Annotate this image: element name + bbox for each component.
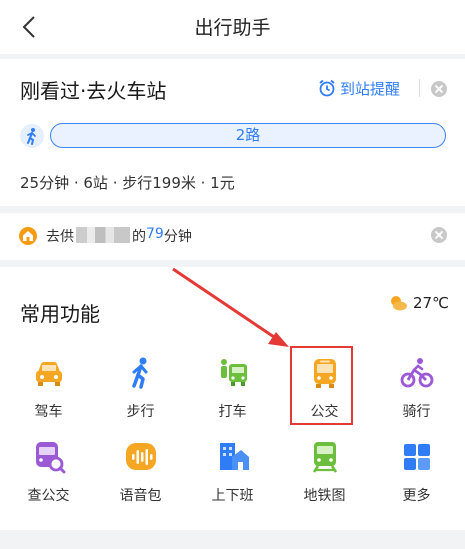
- feature-label: 驾车: [34, 404, 63, 420]
- feature-label: 步行: [126, 404, 155, 420]
- feature-bike[interactable]: 骑行: [370, 356, 463, 436]
- subway-icon: [312, 442, 338, 473]
- top-bar: 出行助手: [0, 0, 465, 54]
- feature-walk[interactable]: 步行: [94, 356, 187, 436]
- bike-icon: [400, 358, 434, 388]
- redacted-address: [76, 227, 130, 243]
- recent-route-card[interactable]: 刚看过·去火车站 到站提醒 2路 25分钟 · 6站 · 步行199米 · 1元: [0, 59, 465, 206]
- highlight-box: [290, 346, 353, 425]
- more-grid-icon: [404, 444, 430, 470]
- taxi-icon: [221, 359, 247, 386]
- recent-route-title: 刚看过·去火车站: [20, 79, 167, 103]
- feature-label: 更多: [402, 488, 431, 504]
- section-title: 常用功能: [20, 302, 100, 326]
- walk-icon: [132, 357, 148, 389]
- route-summary: 25分钟 · 6站 · 步行199米 · 1元: [20, 174, 235, 192]
- home-commute-card[interactable]: 去供 的 79 分钟: [0, 213, 465, 260]
- feature-label: 语音包: [119, 488, 162, 504]
- car-icon: [36, 362, 62, 386]
- feature-label: 地铁图: [303, 488, 346, 504]
- page-title: 出行助手: [194, 17, 271, 39]
- close-icon[interactable]: [431, 227, 447, 243]
- home-prefix: 去供: [46, 229, 74, 245]
- feature-label: 打车: [218, 404, 247, 420]
- temperature: 27℃: [413, 294, 449, 312]
- feature-label: 骑行: [402, 404, 431, 420]
- commute-icon: [220, 443, 249, 470]
- home-icon: [19, 227, 37, 245]
- home-minutes-unit: 分钟: [163, 229, 192, 245]
- feature-taxi[interactable]: 打车: [186, 356, 279, 436]
- feature-bus-search[interactable]: 查公交: [2, 440, 95, 520]
- feature-more[interactable]: 更多: [370, 440, 463, 520]
- divider: [419, 79, 420, 97]
- feature-label: 上下班: [211, 488, 254, 504]
- weather-widget[interactable]: 27℃: [387, 294, 449, 312]
- alarm-clock-icon: [319, 79, 335, 97]
- walk-icon: [20, 124, 44, 148]
- home-commute-text: 去供 的 79 分钟: [46, 226, 192, 246]
- voice-pack-icon: [126, 443, 156, 470]
- feature-label: 查公交: [27, 488, 70, 504]
- bus-search-icon: [36, 442, 66, 474]
- feature-commute[interactable]: 上下班: [186, 440, 279, 520]
- arrival-reminder-button[interactable]: 到站提醒: [318, 77, 400, 99]
- home-suffix: 的: [132, 229, 146, 245]
- feature-subway-map[interactable]: 地铁图: [278, 440, 371, 520]
- feature-voice-pack[interactable]: 语音包: [94, 440, 187, 520]
- arrival-reminder-label: 到站提醒: [340, 79, 401, 98]
- bus-route-pill[interactable]: 2路: [50, 123, 446, 148]
- home-minutes: 79: [146, 226, 164, 242]
- feature-drive[interactable]: 驾车: [2, 356, 95, 436]
- close-icon[interactable]: [431, 81, 447, 97]
- partly-cloudy-icon: [391, 296, 407, 311]
